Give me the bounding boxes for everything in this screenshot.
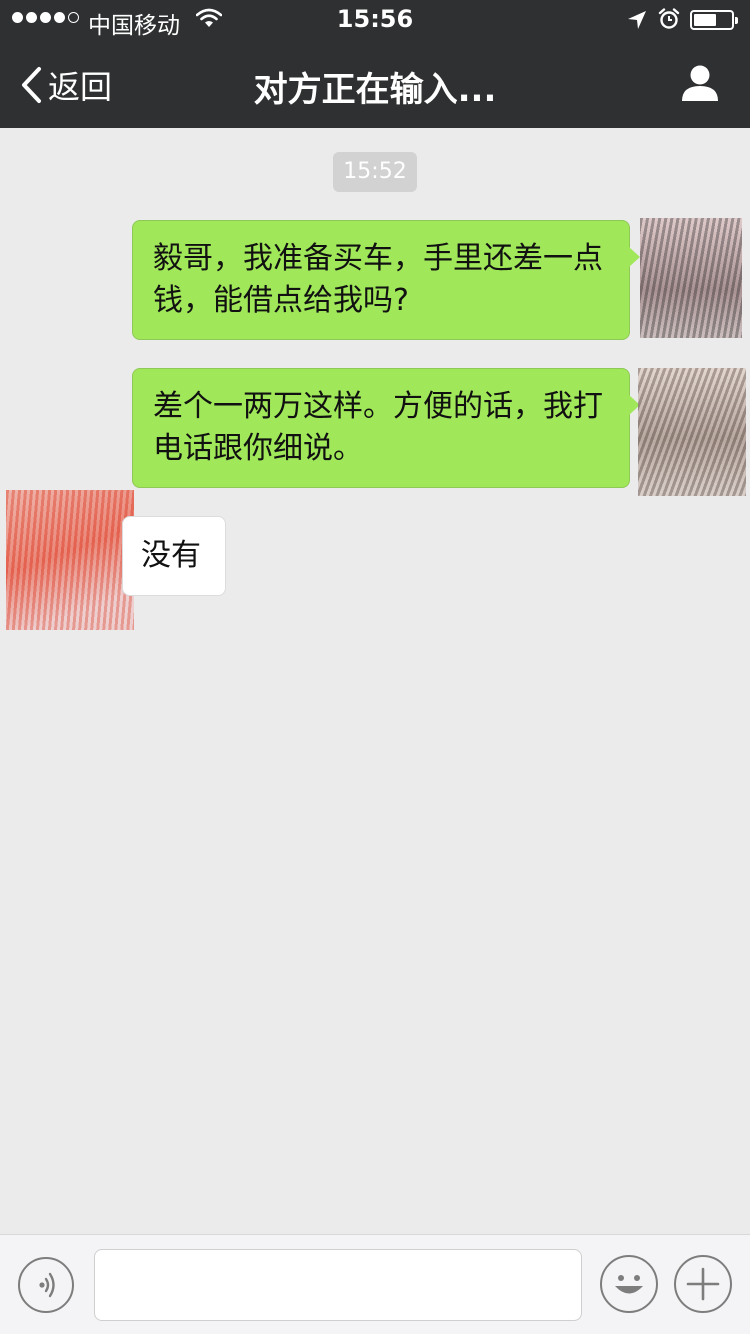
voice-icon xyxy=(20,1259,72,1311)
my-avatar[interactable] xyxy=(638,368,746,496)
contact-profile-icon[interactable] xyxy=(680,64,720,102)
emoji-button[interactable] xyxy=(600,1255,658,1313)
outgoing-message-bubble[interactable]: 毅哥，我准备买车，手里还差一点钱，能借点给我吗? xyxy=(132,220,640,340)
outgoing-message-bubble[interactable]: 差个一两万这样。方便的话，我打电话跟你细说。 xyxy=(132,368,640,488)
location-icon xyxy=(626,9,648,31)
emoji-icon xyxy=(602,1257,656,1311)
message-timestamp: 15:52 xyxy=(333,152,417,192)
top-bar: 中国移动 15:56 返回 对方正在输入... xyxy=(0,0,750,128)
more-options-button[interactable] xyxy=(674,1255,732,1313)
battery-icon xyxy=(690,10,738,30)
incoming-message-bubble[interactable]: 没有 xyxy=(122,516,226,596)
plus-icon xyxy=(676,1257,730,1311)
page-title: 对方正在输入... xyxy=(253,70,497,110)
contact-avatar[interactable] xyxy=(6,490,134,630)
message-input-bar xyxy=(0,1234,750,1334)
navigation-bar: 返回 对方正在输入... xyxy=(0,40,750,128)
my-avatar[interactable] xyxy=(640,218,742,338)
alarm-icon xyxy=(658,8,680,30)
message-input[interactable] xyxy=(94,1249,582,1321)
status-bar: 中国移动 15:56 xyxy=(0,0,750,40)
voice-input-button[interactable] xyxy=(18,1257,74,1313)
chat-area[interactable]: 15:52 毅哥，我准备买车，手里还差一点钱，能借点给我吗? 差个一两万这样。方… xyxy=(0,128,750,1234)
